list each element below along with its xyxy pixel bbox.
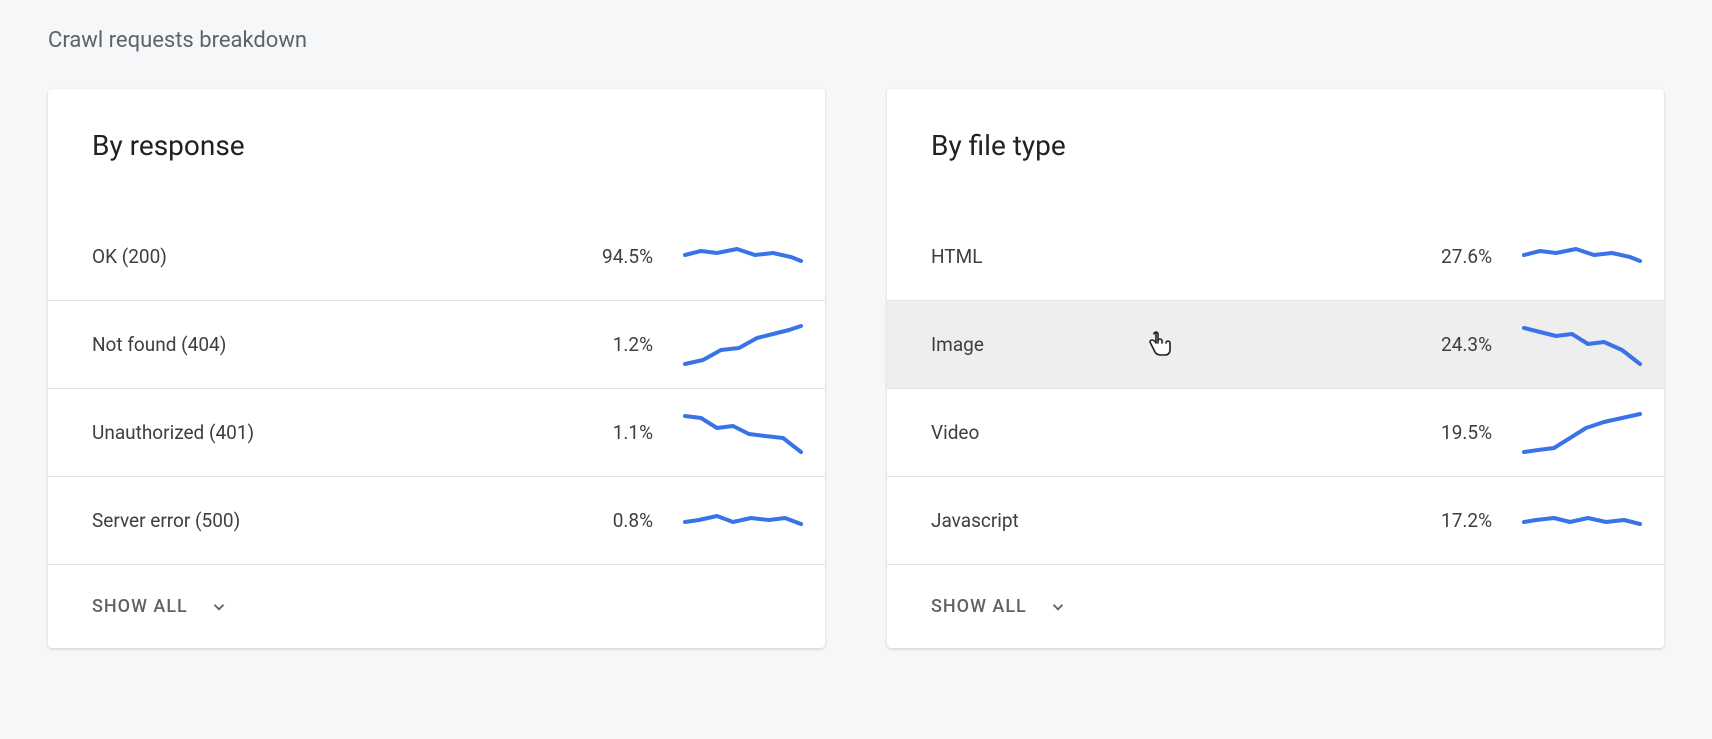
row-unauthorized-401[interactable]: Unauthorized (401) 1.1% (48, 388, 825, 476)
row-label: Javascript (931, 509, 1382, 532)
show-all-button[interactable]: SHOW ALL (48, 564, 825, 648)
row-ok-200[interactable]: OK (200) 94.5% (48, 212, 825, 300)
row-html[interactable]: HTML 27.6% (887, 212, 1664, 300)
row-label: Unauthorized (401) (92, 421, 543, 444)
row-value: 1.1% (543, 421, 653, 444)
row-label: HTML (931, 245, 1382, 268)
card-rows: HTML 27.6% Image 24.3% Video 19.5% (887, 212, 1664, 564)
cards-row: By response OK (200) 94.5% Not found (40… (48, 89, 1664, 648)
row-label: Server error (500) (92, 509, 543, 532)
card-by-file-type: By file type HTML 27.6% Image 24.3% Vide… (887, 89, 1664, 648)
row-image[interactable]: Image 24.3% (887, 300, 1664, 388)
section-title: Crawl requests breakdown (48, 28, 1664, 53)
row-label: Not found (404) (92, 333, 543, 356)
show-all-button[interactable]: SHOW ALL (887, 564, 1664, 648)
row-video[interactable]: Video 19.5% (887, 388, 1664, 476)
chevron-down-icon (210, 598, 228, 616)
show-all-label: SHOW ALL (92, 596, 188, 617)
row-javascript[interactable]: Javascript 17.2% (887, 476, 1664, 564)
row-label: Image (931, 333, 1382, 356)
sparkline-icon (1522, 231, 1642, 281)
sparkline-icon (1522, 320, 1642, 370)
card-title: By file type (887, 89, 1664, 212)
row-value: 27.6% (1382, 245, 1492, 268)
card-by-response: By response OK (200) 94.5% Not found (40… (48, 89, 825, 648)
row-value: 24.3% (1382, 333, 1492, 356)
row-value: 17.2% (1382, 509, 1492, 532)
row-value: 94.5% (543, 245, 653, 268)
row-not-found-404[interactable]: Not found (404) 1.2% (48, 300, 825, 388)
row-label: Video (931, 421, 1382, 444)
row-server-error-500[interactable]: Server error (500) 0.8% (48, 476, 825, 564)
card-title: By response (48, 89, 825, 212)
sparkline-icon (1522, 408, 1642, 458)
card-rows: OK (200) 94.5% Not found (404) 1.2% Unau… (48, 212, 825, 564)
sparkline-icon (683, 408, 803, 458)
show-all-label: SHOW ALL (931, 596, 1027, 617)
row-label: OK (200) (92, 245, 543, 268)
row-value: 1.2% (543, 333, 653, 356)
sparkline-icon (683, 320, 803, 370)
row-value: 0.8% (543, 509, 653, 532)
chevron-down-icon (1049, 598, 1067, 616)
sparkline-icon (683, 496, 803, 546)
sparkline-icon (683, 231, 803, 281)
row-value: 19.5% (1382, 421, 1492, 444)
sparkline-icon (1522, 496, 1642, 546)
